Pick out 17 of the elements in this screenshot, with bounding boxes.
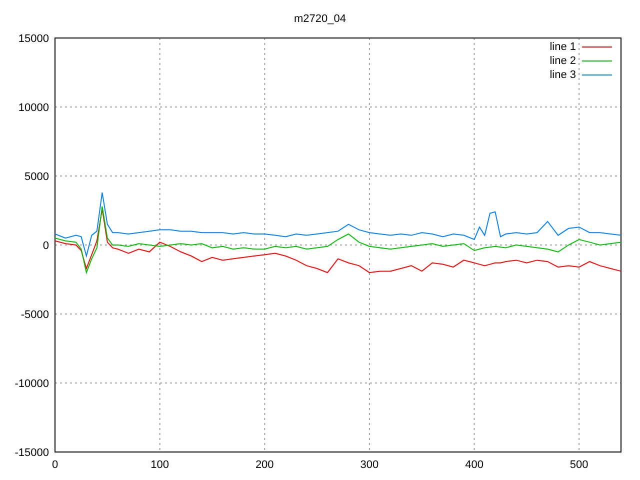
legend-label: line 2 [550, 55, 576, 67]
x-tick-label: 200 [255, 459, 274, 471]
x-tick-label: 100 [150, 459, 169, 471]
y-tick-label: -15000 [14, 447, 49, 459]
chart-title: m2720_04 [294, 13, 346, 25]
y-tick-label: 10000 [18, 102, 49, 114]
x-tick-label: 300 [360, 459, 379, 471]
y-tick-label: -10000 [14, 378, 49, 390]
legend-label: line 3 [550, 69, 576, 81]
x-tick-label: 0 [52, 459, 58, 471]
y-tick-label: 0 [42, 240, 49, 252]
legend-label: line 1 [550, 41, 576, 53]
x-tick-label: 500 [570, 459, 588, 471]
y-tick-label: 5000 [24, 171, 49, 183]
y-tick-label: 15000 [18, 33, 49, 45]
x-tick-label: 400 [465, 459, 484, 471]
y-tick-label: -5000 [20, 309, 49, 321]
